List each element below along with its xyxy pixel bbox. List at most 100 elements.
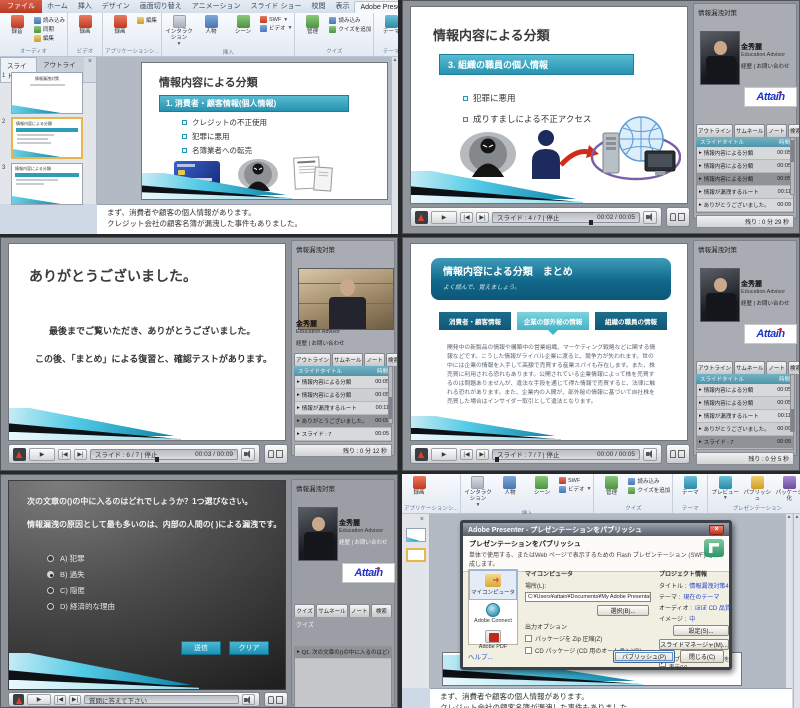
next-slide-button[interactable]: ▶|	[476, 448, 489, 460]
outline-row-current[interactable]: ▸ 情報内容による分類 00:05	[697, 173, 793, 186]
seek-bar[interactable]: スライド : 7 / 7 | 停止 00:00 / 00:05	[492, 448, 640, 462]
tab-search[interactable]: 検索	[370, 604, 392, 617]
quiz-manage-button[interactable]: 管理	[596, 475, 626, 496]
quiz-option-b[interactable]: B) 過失	[47, 569, 85, 580]
dialog-close-button[interactable]: ×	[709, 524, 724, 535]
character-button[interactable]: 人物	[495, 475, 525, 496]
outline-row[interactable]: ▸ 情報が漏洩するルート 00:11	[295, 402, 391, 415]
publish-button[interactable]: パブリッシュ	[742, 475, 772, 503]
tab-consumer-info[interactable]: 消費者・顧客情報	[439, 312, 511, 330]
outline-row-current[interactable]: ▸ ありがとうございました。 00:09	[295, 415, 391, 428]
tab-notes[interactable]: ノート	[766, 361, 787, 374]
tab-design[interactable]: デザイン	[97, 0, 135, 13]
outline-row[interactable]: ▸ 情報が漏洩するルート 00:11	[697, 410, 793, 423]
tab-confidential-info[interactable]: 企業の部外秘の情報	[517, 312, 589, 335]
paperclip-icon[interactable]	[670, 213, 676, 221]
seek-knob[interactable]	[155, 456, 159, 462]
notes-scrollbar[interactable]	[391, 204, 398, 234]
prev-slide-button[interactable]: |◀	[54, 694, 66, 705]
tab-insert[interactable]: 挿入	[73, 0, 97, 13]
insert-video-button[interactable]: ビデオ ▼	[558, 485, 591, 493]
audio-sync-button[interactable]: 同期	[34, 25, 65, 33]
prev-slide-button[interactable]: |◀	[460, 211, 473, 223]
outline-row-current[interactable]: ▸ スライド : 7 00:05	[697, 436, 793, 449]
window-scrollbar[interactable]: ▲	[793, 514, 800, 708]
quiz-import-button[interactable]: 読み込み	[329, 16, 371, 24]
notes-panel-icon[interactable]	[276, 695, 283, 704]
edited-slide[interactable]: 情報内容による分類 1. 消費者・顧客情報(個人情報) クレジットの不正使用 犯…	[141, 62, 388, 200]
tab-outline[interactable]: アウトライン	[696, 361, 734, 374]
outline-row[interactable]: ▸ 情報内容による分類 00:05	[697, 147, 793, 160]
tab-view[interactable]: 表示	[330, 0, 354, 13]
presenter-video[interactable]	[298, 507, 338, 561]
editor-scrollbar[interactable]: ▲	[785, 514, 792, 688]
close-pane-icon[interactable]: ×	[416, 515, 428, 524]
settings-dialog-button[interactable]: 設定(S)...	[673, 625, 729, 636]
volume-button[interactable]	[241, 447, 255, 461]
notes-panel-icon[interactable]	[678, 213, 685, 221]
swf-button[interactable]: SWF ▼	[260, 16, 292, 23]
outline-row[interactable]: ▸ ありがとうございました。 00:09	[697, 199, 793, 212]
outline-row[interactable]: ▸ スライド : 7 00:05	[295, 428, 391, 441]
tab-search[interactable]: 検索	[787, 361, 799, 374]
radio-selected-icon[interactable]	[47, 571, 54, 578]
tab-transitions[interactable]: 画面切り替え	[135, 0, 187, 13]
paperclip-icon[interactable]	[268, 695, 274, 704]
outline-row[interactable]: ▸ 情報内容による分類 00:05	[697, 160, 793, 173]
paperclip-icon[interactable]	[670, 450, 676, 458]
theme-value[interactable]: 現在のテーマ	[683, 592, 719, 601]
theme-button[interactable]: テーマ	[376, 14, 398, 35]
quiz-option-c[interactable]: C) 隠匿	[47, 585, 85, 596]
tab-search[interactable]: 検索	[385, 353, 397, 366]
slide-thumbnail-2[interactable]: 情報内容による分類	[11, 117, 83, 159]
bio-contact-links[interactable]: 経歴 | お問い合わせ	[339, 538, 388, 546]
audio-quality-value[interactable]: ほぼ CD 品質	[695, 603, 731, 612]
quiz-option-a[interactable]: A) 犯罪	[47, 553, 85, 564]
location-field[interactable]: C:¥Users¥attain¥Documents¥My Adobe Prese…	[525, 592, 651, 602]
outline-row[interactable]: ▸ 情報内容による分類 00:05	[295, 389, 391, 402]
quiz-add-button[interactable]: クイズを追加	[329, 25, 371, 33]
theme-button[interactable]: テーマ	[675, 475, 705, 496]
bio-contact-links[interactable]: 経歴 | お問い合わせ	[741, 62, 790, 70]
speaker-notes[interactable]: まず、消費者や顧客の個人情報があります。 クレジット会社の顧客名簿が漏洩した事件…	[97, 204, 391, 234]
outline-row[interactable]: ▸ ありがとうございました。 00:09	[697, 423, 793, 436]
bio-contact-links[interactable]: 経歴 | お問い合わせ	[741, 299, 790, 307]
editor-scrollbar[interactable]: ▲	[391, 57, 398, 204]
close-pane-icon[interactable]: ×	[84, 57, 96, 82]
app-edit-button[interactable]: 編集	[137, 16, 157, 24]
tab-employee-info[interactable]: 組織の職員の情報	[595, 312, 667, 330]
nav-my-computer[interactable]: マイコンピュータ	[469, 570, 517, 600]
tab-thumbnails[interactable]: サムネール	[316, 604, 348, 617]
seek-bar[interactable]: スライド : 6 / 7 | 停止 00:03 / 00:09	[90, 448, 238, 462]
seek-knob[interactable]	[495, 456, 499, 462]
browse-button[interactable]: 選択(B)...	[597, 605, 649, 616]
speaker-notes[interactable]: まず、消費者や顧客の個人情報があります。 クレジット会社の顧客名簿が漏洩した事件…	[430, 688, 792, 708]
radio-icon[interactable]	[47, 587, 54, 594]
quiz-add-button[interactable]: クイズを追加	[628, 486, 670, 494]
outline-row[interactable]: ▸ 情報内容による分類 00:05	[697, 397, 793, 410]
presenter-video[interactable]	[700, 268, 740, 322]
character-button[interactable]: 人物	[196, 14, 226, 35]
scene-button[interactable]: シーン	[228, 14, 258, 35]
radio-icon[interactable]	[47, 555, 54, 562]
scene-button[interactable]: シーン	[527, 475, 557, 496]
nav-adobe-connect[interactable]: Adobe Connect	[469, 600, 517, 627]
play-button[interactable]: ▶	[431, 210, 457, 224]
close-dialog-button[interactable]: 閉じる(C)	[680, 649, 724, 663]
tab-thumbnails[interactable]: サムネール	[332, 353, 364, 366]
dialog-title-bar[interactable]: Adobe Presenter - プレゼンテーションをパブリッシュ ×	[463, 523, 729, 536]
next-slide-button[interactable]: ▶|	[74, 448, 87, 460]
seek-bar[interactable]: スライド : 4 / 7 | 停止 00:02 / 00:05	[492, 211, 640, 225]
tab-animations[interactable]: アニメーション	[187, 0, 246, 13]
tab-search[interactable]: 検索	[787, 124, 799, 137]
tab-outline[interactable]: アウトライン	[294, 353, 332, 366]
outline-row[interactable]: ▸ 情報内容による分類 00:05	[295, 376, 391, 389]
play-button[interactable]: ▶	[29, 447, 55, 461]
volume-button[interactable]	[643, 447, 657, 461]
tab-notes[interactable]: ノート	[364, 353, 385, 366]
tab-thumbnails[interactable]: サムネール	[734, 124, 766, 137]
prev-slide-button[interactable]: |◀	[58, 448, 71, 460]
slide-thumbnail-1[interactable]: 情報漏洩対策	[11, 72, 83, 114]
prev-slide-button[interactable]: |◀	[460, 448, 473, 460]
project-title-value[interactable]: 情報漏洩対策4	[689, 581, 728, 590]
